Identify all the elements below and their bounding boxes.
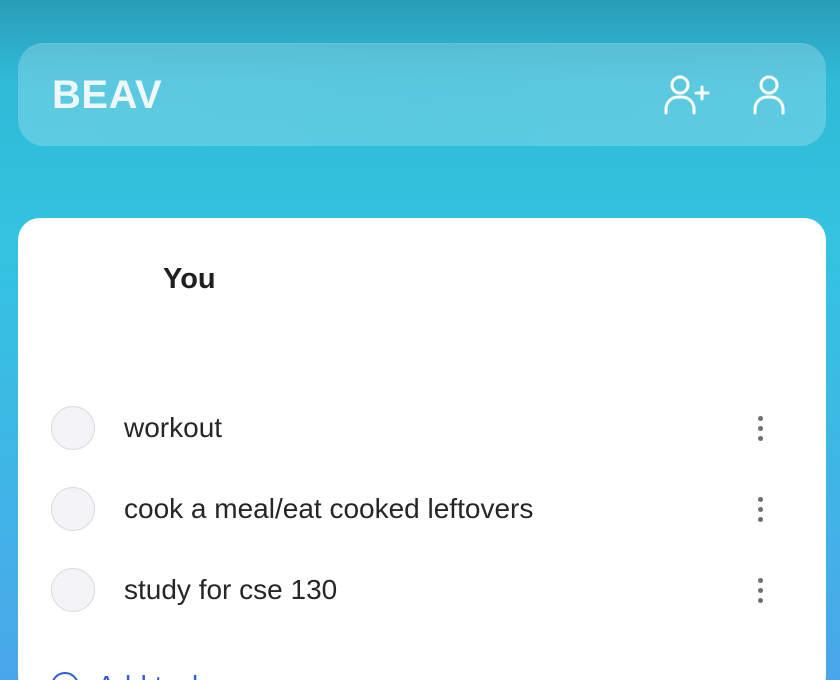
task-item: workout: [18, 400, 826, 460]
more-options-icon[interactable]: [746, 489, 774, 529]
card-title: You: [163, 263, 216, 295]
task-checkbox[interactable]: [51, 487, 95, 531]
user-icon: [753, 75, 785, 115]
task-item: cook a meal/eat cooked leftovers: [18, 481, 826, 541]
add-circle-icon: [51, 672, 79, 680]
task-label[interactable]: workout: [124, 412, 222, 444]
app-logo-text: BEAV: [52, 73, 163, 117]
add-task-label: Add task: [97, 670, 206, 680]
task-label[interactable]: study for cse 130: [124, 574, 337, 606]
user-task-card: You workout cook a meal/eat cooked lefto…: [18, 218, 826, 680]
more-options-icon[interactable]: [746, 570, 774, 610]
add-friend-button[interactable]: [660, 69, 712, 121]
task-label[interactable]: cook a meal/eat cooked leftovers: [124, 493, 533, 525]
profile-button[interactable]: [743, 69, 795, 121]
task-checkbox[interactable]: [51, 406, 95, 450]
add-user-icon: [664, 75, 710, 115]
task-checkbox[interactable]: [51, 568, 95, 612]
task-item: study for cse 130: [18, 562, 826, 622]
top-bar: BEAV: [18, 43, 826, 146]
more-options-icon[interactable]: [746, 408, 774, 448]
add-task-button[interactable]: Add task: [51, 666, 206, 680]
